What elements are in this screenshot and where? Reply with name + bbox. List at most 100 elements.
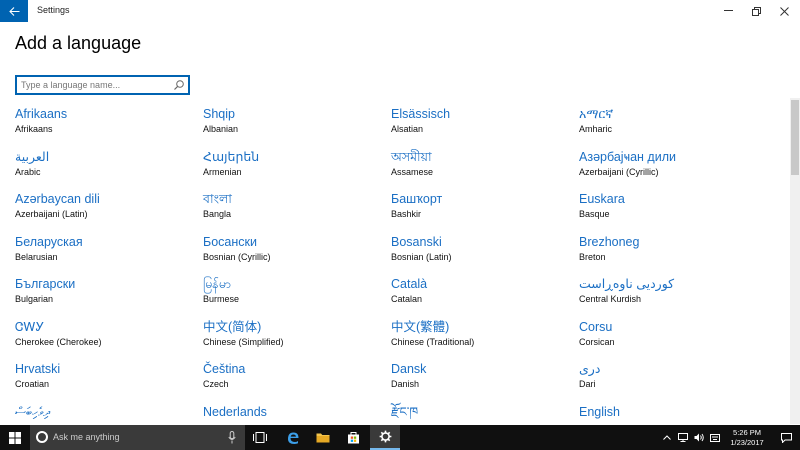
language-native-name: Afrikaans: [15, 107, 68, 121]
language-item[interactable]: 中文(繁體) Chinese (Traditional): [391, 320, 571, 348]
language-item[interactable]: Afrikaans Afrikaans: [15, 107, 195, 135]
language-item[interactable]: Босански Bosnian (Cyrillic): [203, 235, 383, 263]
cortana-icon: [36, 431, 48, 443]
language-native-name: العربية: [15, 149, 50, 164]
language-english-name: Alsatian: [391, 124, 424, 134]
language-native-name: རྫོང་ཁ: [391, 404, 419, 419]
language-english-name: Chinese (Simplified): [203, 336, 284, 347]
notification-icon: [780, 432, 792, 443]
language-native-name: Català: [391, 277, 428, 291]
edge-browser-button[interactable]: [278, 425, 308, 450]
network-button[interactable]: [676, 425, 690, 450]
language-english-name: Burmese: [203, 294, 240, 304]
language-item[interactable]: Dansk Danish: [391, 362, 571, 390]
language-item[interactable]: አማርኛ Amharic: [579, 107, 759, 135]
language-item[interactable]: Беларуская Belarusian: [15, 235, 195, 263]
language-english-name: Afrikaans: [15, 124, 53, 134]
language-item[interactable]: Čeština Czech: [203, 362, 383, 390]
language-english-name: Armenian: [203, 166, 242, 177]
clock[interactable]: 5:26 PM 1/23/2017: [722, 428, 772, 448]
language-item[interactable]: Български Bulgarian: [15, 277, 195, 305]
language-native-name: Հայերեն: [203, 149, 260, 164]
windows-logo-icon: [9, 431, 21, 444]
language-item[interactable]: Brezhoneg Breton: [579, 235, 759, 263]
task-view-button[interactable]: [245, 425, 275, 450]
language-item[interactable]: Euskara Basque: [579, 192, 759, 220]
language-item[interactable]: العربية Arabic: [15, 150, 195, 178]
input-indicator-button[interactable]: [708, 425, 722, 450]
language-item[interactable]: Shqip Albanian: [203, 107, 383, 135]
language-english-name: Belarusian: [15, 251, 58, 262]
show-hidden-icons-button[interactable]: [660, 425, 674, 450]
language-item[interactable]: বাংলা Bangla: [203, 192, 383, 220]
language-native-name: Elsässisch: [391, 107, 451, 121]
language-item[interactable]: Elsässisch Alsatian: [391, 107, 571, 135]
language-native-name: Dansk: [391, 362, 427, 376]
language-item[interactable]: ދިވެހިބަސް: [15, 405, 195, 420]
language-native-name: ދިވެހިބަސް: [15, 404, 51, 419]
store-button[interactable]: [338, 425, 368, 450]
language-native-name: Nederlands: [203, 404, 267, 419]
language-native-name: Азәрбајҹан дили: [579, 149, 676, 164]
language-item[interactable]: অসমীয়া Assamese: [391, 150, 571, 178]
keyboard-icon: [710, 433, 720, 442]
action-center-button[interactable]: [776, 425, 796, 450]
language-item[interactable]: Azərbaycan dili Azerbaijani (Latin): [15, 192, 195, 220]
language-item[interactable]: Башҡорт Bashkir: [391, 192, 571, 220]
language-item[interactable]: Հայերեն Armenian: [203, 150, 383, 178]
language-item[interactable]: Bosanski Bosnian (Latin): [391, 235, 571, 263]
language-native-name: English: [579, 404, 620, 419]
language-item[interactable]: 中文(简体) Chinese (Simplified): [203, 320, 383, 348]
start-button[interactable]: [0, 425, 30, 450]
language-native-name: Hrvatski: [15, 362, 61, 376]
language-item[interactable]: English: [579, 405, 759, 420]
language-english-name: Basque: [579, 209, 610, 219]
volume-button[interactable]: [692, 425, 706, 450]
language-native-name: Bosanski: [391, 234, 442, 249]
language-item[interactable]: ᏣᎳᎩ Cherokee (Cherokee): [15, 320, 195, 348]
language-item[interactable]: Азәрбајҹан дили Azerbaijani (Cyrillic): [579, 150, 759, 178]
language-native-name: မြန်မာ: [203, 277, 231, 291]
folder-icon: [316, 433, 330, 443]
language-english-name: Albanian: [203, 124, 239, 134]
scrollbar-thumb[interactable]: [791, 100, 799, 175]
language-item[interactable]: Nederlands: [203, 405, 383, 420]
language-english-name: Bosnian (Latin): [391, 251, 452, 262]
language-english-name: Dari: [579, 379, 596, 389]
cortana-search-box[interactable]: Ask me anything: [30, 425, 245, 450]
language-native-name: Български: [15, 277, 76, 291]
language-english-name: Danish: [391, 379, 420, 389]
edge-icon: [288, 432, 299, 444]
language-item[interactable]: Català Catalan: [391, 277, 571, 305]
language-item[interactable]: Hrvatski Croatian: [15, 362, 195, 390]
language-item[interactable]: རྫོང་ཁ: [391, 405, 571, 420]
language-item[interactable]: کوردیی ناوەڕاست Central Kurdish: [579, 277, 759, 305]
language-english-name: Czech: [203, 379, 229, 389]
language-grid: Afrikaans Afrikaans Shqip Albanian Elsässisc…: [0, 0, 790, 425]
language-native-name: Shqip: [203, 107, 235, 121]
language-english-name: Chinese (Traditional): [391, 336, 475, 347]
language-english-name: Catalan: [391, 294, 423, 304]
language-english-name: Azerbaijani (Cyrillic): [579, 166, 659, 177]
language-english-name: Arabic: [15, 166, 41, 177]
language-item[interactable]: မြန်မာ Burmese: [203, 277, 383, 305]
language-english-name: Bosnian (Cyrillic): [203, 251, 271, 262]
file-explorer-button[interactable]: [308, 425, 338, 450]
language-native-name: Босански: [203, 234, 257, 249]
language-item[interactable]: Corsu Corsican: [579, 320, 759, 348]
language-english-name: Bashkir: [391, 209, 422, 219]
language-english-name: Amharic: [579, 124, 613, 134]
language-item[interactable]: دری Dari: [579, 362, 759, 390]
language-english-name: Croatian: [15, 379, 50, 389]
clock-time: 5:26 PM: [733, 428, 761, 437]
settings-taskbar-button[interactable]: [370, 425, 400, 450]
chevron-up-icon: [663, 435, 671, 440]
microphone-icon[interactable]: [228, 431, 236, 444]
language-english-name: Breton: [579, 251, 606, 262]
language-native-name: کوردیی ناوەڕاست: [579, 277, 675, 291]
language-english-name: Assamese: [391, 166, 434, 177]
language-english-name: Central Kurdish: [579, 294, 642, 304]
language-native-name: অসমীয়া: [391, 149, 432, 164]
language-native-name: 中文(简体): [203, 319, 262, 334]
store-icon: [347, 432, 359, 444]
